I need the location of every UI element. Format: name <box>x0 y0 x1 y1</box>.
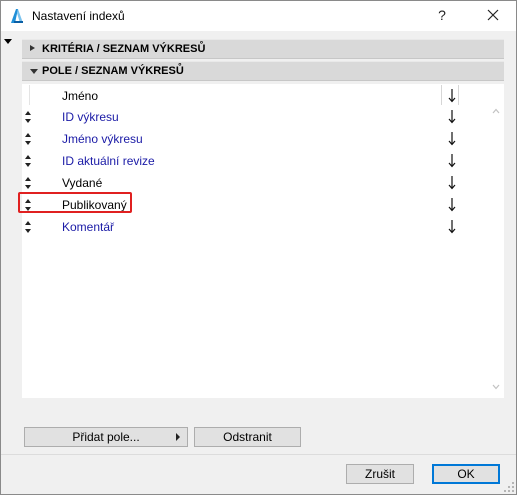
archicad-icon <box>11 9 23 23</box>
sort-arrow-down-icon[interactable] <box>446 174 458 191</box>
field-row-name[interactable]: Jméno <box>22 85 488 107</box>
add-field-button[interactable]: Přidat pole... <box>24 427 188 447</box>
sort-arrow-down-icon[interactable] <box>446 196 458 213</box>
section-criteria-header[interactable]: KRITÉRIA / SEZNAM VÝKRESŮ <box>22 39 504 59</box>
sort-arrow-down-icon[interactable] <box>446 87 458 104</box>
panel-menu-arrow-icon[interactable] <box>4 39 12 44</box>
ok-button[interactable]: OK <box>432 464 500 484</box>
sort-arrow-down-icon[interactable] <box>446 130 458 147</box>
field-name: Vydané <box>62 176 103 190</box>
drag-handle-icon[interactable] <box>24 177 32 189</box>
drag-handle-icon[interactable] <box>24 111 32 123</box>
drag-handle-icon[interactable] <box>24 155 32 167</box>
field-row-issued[interactable]: Vydané <box>22 172 488 194</box>
field-name: Jméno výkresu <box>62 132 143 146</box>
drag-handle-icon[interactable] <box>24 133 32 145</box>
section-fields-label: POLE / SEZNAM VÝKRESŮ <box>42 65 184 77</box>
sort-arrow-down-icon[interactable] <box>446 218 458 235</box>
section-fields-header[interactable]: POLE / SEZNAM VÝKRESŮ <box>22 61 504 81</box>
scroll-up-icon[interactable] <box>492 108 500 114</box>
sort-arrow-down-icon[interactable] <box>446 152 458 169</box>
field-name: ID výkresu <box>62 110 119 124</box>
scroll-down-icon[interactable] <box>492 384 500 390</box>
title-bar: Nastavení indexů ? <box>1 1 516 31</box>
add-field-label: Přidat pole... <box>72 430 140 444</box>
window-title: Nastavení indexů <box>32 9 125 23</box>
cancel-button[interactable]: Zrušit <box>346 464 414 484</box>
field-name: Komentář <box>62 220 115 234</box>
chevron-down-icon <box>30 69 38 74</box>
submenu-arrow-icon <box>176 433 180 441</box>
chevron-right-icon <box>30 45 35 51</box>
close-icon[interactable] <box>481 5 505 25</box>
dialog-window: Nastavení indexů ? KRITÉRIA / SEZNAM VÝK… <box>0 0 517 495</box>
help-button[interactable]: ? <box>431 5 453 25</box>
resize-grip-icon[interactable] <box>504 482 514 492</box>
sort-arrow-down-icon[interactable] <box>446 108 458 125</box>
field-row-comment[interactable]: Komentář <box>22 216 488 238</box>
field-row-drawing-id[interactable]: ID výkresu <box>22 106 488 128</box>
section-criteria-label: KRITÉRIA / SEZNAM VÝKRESŮ <box>42 43 206 55</box>
drag-handle-icon[interactable] <box>24 221 32 233</box>
field-row-drawing-name[interactable]: Jméno výkresu <box>22 128 488 150</box>
remove-button[interactable]: Odstranit <box>194 427 301 447</box>
field-name: ID aktuální revize <box>62 154 155 168</box>
footer-divider <box>1 454 516 455</box>
highlight-annotation <box>18 192 132 213</box>
field-row-current-revision-id[interactable]: ID aktuální revize <box>22 150 488 172</box>
field-name: Jméno <box>62 89 99 103</box>
list-scrollbar[interactable] <box>488 84 504 398</box>
fields-list: Jméno ID výkresu Jméno výkresu ID aktuál… <box>22 84 504 398</box>
